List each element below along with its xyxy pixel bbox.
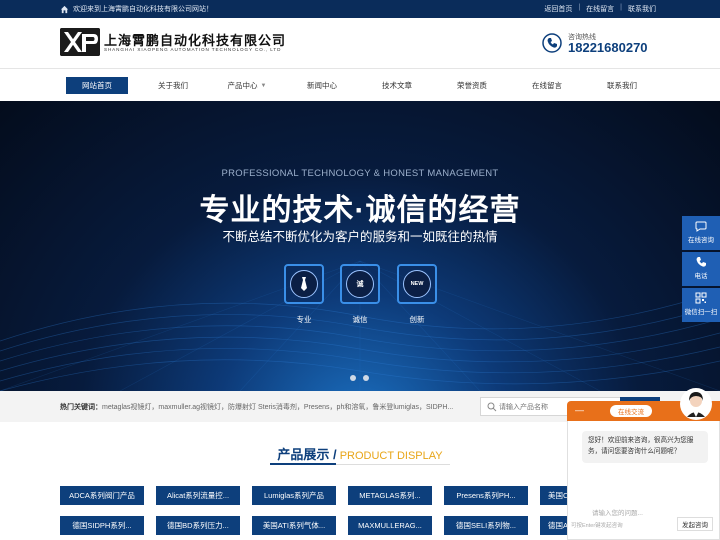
product-category-button[interactable]: Lumiglas系列产品	[252, 486, 336, 505]
feature-label: 诚信	[352, 315, 368, 324]
slider-dot[interactable]	[363, 375, 369, 381]
side-phone[interactable]: 电话	[682, 252, 720, 286]
header: 上海霄鹏自动化科技有限公司 SHANGHAI XIAOPENG AUTOMATI…	[0, 18, 720, 68]
slider-dot[interactable]	[350, 375, 356, 381]
product-category-button[interactable]: MAXMULLERAG...	[348, 516, 432, 535]
product-category-button[interactable]: METAGLAS系列...	[348, 486, 432, 505]
section-title-en: PRODUCT DISPLAY	[336, 450, 443, 462]
side-online-consult[interactable]: 在线咨询	[682, 216, 720, 250]
divider: |	[578, 4, 581, 11]
phone-icon	[542, 33, 562, 53]
main-nav: 网站首页 关于我们 产品中心 ▼ 新闻中心 技术文章 荣誉资质 在线留言 联系我们	[0, 68, 720, 101]
feature-frame: 诚	[340, 264, 380, 304]
nav-label: 荣誉资质	[457, 81, 487, 90]
feature-label: 创新	[409, 315, 425, 324]
tie-icon	[290, 270, 318, 298]
hotline-number: 18221680270	[568, 40, 648, 55]
banner-title: 专业的技术·诚信的经营	[199, 194, 521, 227]
banner-subtitle: 不断总结不断优化为客户的服务和一如既往的热情	[222, 230, 498, 244]
new-glyph: NEW	[410, 281, 424, 287]
product-category-button[interactable]: 德国SIDPH系列...	[60, 516, 144, 535]
divider: |	[620, 4, 622, 11]
section-divider	[270, 463, 450, 465]
section-title-cn: 产品展示 /	[277, 447, 337, 462]
feature-professional: 专业	[284, 264, 324, 325]
nav-label: 关于我们	[158, 81, 188, 90]
nav-label: 在线留言	[532, 81, 562, 90]
banner-tagline: PROFESSIONAL TECHNOLOGY & HONEST MANAGEM…	[221, 168, 499, 179]
company-name-en: SHANGHAI XIAOPENG AUTOMATION TECHNOLOGY …	[104, 47, 282, 52]
section-divider-accent	[270, 463, 336, 465]
nav-item-articles[interactable]: 技术文章	[366, 77, 428, 94]
qrcode-icon	[695, 292, 707, 304]
feature-frame	[284, 264, 324, 304]
product-category-button[interactable]: Alicat系列流量控...	[156, 486, 240, 505]
nav-label: 新闻中心	[307, 81, 337, 90]
product-category-button[interactable]: 美国ATI系列气体...	[252, 516, 336, 535]
company-logo[interactable]	[60, 28, 100, 56]
nav-item-home[interactable]: 网站首页	[66, 77, 128, 94]
product-category-button[interactable]: Presens系列PH...	[444, 486, 528, 505]
chevron-down-icon: ▼	[260, 82, 267, 89]
top-links: 返回首页 | 在线留言 | 联系我们	[544, 4, 656, 14]
feature-integrity: 诚 诚信	[340, 264, 380, 325]
home-icon	[60, 5, 69, 13]
nav-item-products[interactable]: 产品中心 ▼	[216, 77, 278, 94]
product-category-button[interactable]: 德国BD系列压力...	[156, 516, 240, 535]
chat-widget: — 在线交流 您好！欢迎前来咨询，很高兴为您服务，请问您要咨询什么问题呢？ 请输…	[567, 388, 720, 540]
new-badge-icon: NEW	[403, 270, 431, 298]
top-link-home[interactable]: 返回首页	[544, 4, 572, 14]
nav-item-message[interactable]: 在线留言	[516, 77, 578, 94]
medal-glyph: 诚	[356, 281, 364, 288]
chat-bubble-icon	[695, 221, 707, 232]
nav-label: 网站首页	[82, 81, 112, 90]
feature-innovation: NEW 创新	[397, 264, 437, 325]
hot-keywords-label: 热门关键词：	[60, 404, 102, 411]
welcome-text: 欢迎来到上海霄鹏自动化科技有限公司网站！	[60, 4, 213, 14]
chat-input[interactable]: 请输入您的问题...	[592, 507, 643, 517]
nav-item-news[interactable]: 新闻中心	[291, 77, 353, 94]
nav-item-honors[interactable]: 荣誉资质	[441, 77, 503, 94]
side-float-bar: 在线咨询 电话 微信扫一扫	[682, 216, 720, 324]
welcome-label: 欢迎来到上海霄鹏自动化科技有限公司网站！	[73, 6, 213, 13]
nav-label: 联系我们	[607, 81, 637, 90]
nav-item-contact[interactable]: 联系我们	[591, 77, 653, 94]
top-link-contact[interactable]: 联系我们	[628, 4, 656, 14]
top-link-message[interactable]: 在线留言	[586, 4, 614, 14]
nav-label: 产品中心	[227, 81, 258, 90]
minimize-button[interactable]: —	[575, 405, 584, 415]
medal-icon: 诚	[346, 270, 374, 298]
search-icon	[487, 402, 497, 412]
nav-label: 技术文章	[382, 81, 412, 90]
hero-banner[interactable]: PROFESSIONAL TECHNOLOGY & HONEST MANAGEM…	[0, 101, 720, 391]
agent-avatar	[680, 388, 712, 420]
nav-item-about[interactable]: 关于我们	[142, 77, 204, 94]
side-wechat[interactable]: 微信扫一扫	[682, 288, 720, 322]
page: 欢迎来到上海霄鹏自动化科技有限公司网站！ 返回首页 | 在线留言 | 联系我们 …	[0, 0, 720, 540]
send-button[interactable]: 发起咨询	[677, 517, 713, 531]
phone-icon	[696, 257, 706, 267]
chat-hint: 可按Enter键发起咨询	[571, 523, 623, 529]
slider-dots	[350, 375, 369, 381]
product-category-button[interactable]: 德国SELI系列物...	[444, 516, 528, 535]
chat-title: 在线交流	[610, 405, 652, 417]
side-label: 微信扫一扫	[684, 309, 718, 316]
feature-frame: NEW	[397, 264, 437, 304]
chat-greeting: 您好！欢迎前来咨询，很高兴为您服务，请问您要咨询什么问题呢？	[582, 431, 708, 463]
side-label: 电话	[694, 273, 708, 280]
top-bar: 欢迎来到上海霄鹏自动化科技有限公司网站！ 返回首页 | 在线留言 | 联系我们	[0, 0, 720, 18]
feature-label: 专业	[296, 315, 312, 324]
side-label: 在线咨询	[688, 237, 714, 244]
product-category-button[interactable]: ADCA系列阀门产品	[60, 486, 144, 505]
hot-keywords[interactable]: metaglas视镜灯，maxmuller.ag视镜灯，防爆射灯 Steris消…	[102, 402, 458, 412]
